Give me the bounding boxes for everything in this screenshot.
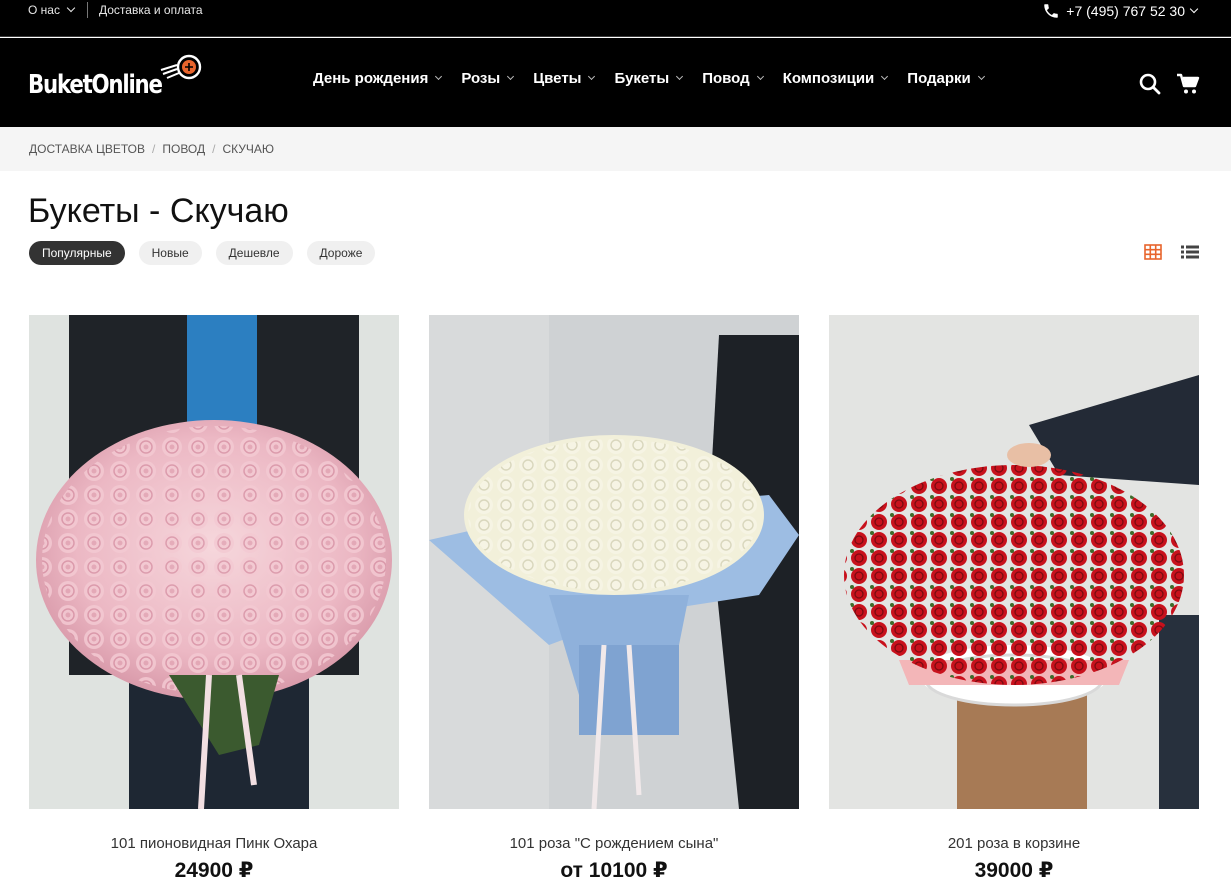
product-image[interactable]: [829, 315, 1199, 809]
nav-label: Цветы: [533, 70, 582, 87]
breadcrumb-separator: /: [152, 142, 156, 156]
product-image[interactable]: [29, 315, 399, 809]
chevron-down-icon: [507, 72, 515, 81]
sort-popular[interactable]: Популярные: [29, 241, 125, 265]
product-card[interactable]: 101 роза "С рождением сына" от 10100 ₽: [429, 315, 799, 883]
nav-label: Повод: [702, 70, 750, 87]
sort-new[interactable]: Новые: [138, 241, 202, 265]
nav-occasion[interactable]: Повод: [702, 70, 764, 87]
chevron-down-icon: [588, 72, 596, 81]
main-nav: День рождения Розы Цветы Букеты Повод Ко…: [313, 70, 1004, 87]
chevron-down-icon: [676, 72, 684, 81]
product-card[interactable]: 201 роза в корзине 39000 ₽: [829, 315, 1199, 883]
nav-label: День рождения: [313, 70, 429, 87]
sort-options: Популярные Новые Дешевле Дороже: [29, 241, 376, 265]
chevron-down-icon: [66, 3, 76, 13]
logo[interactable]: BuketOnline: [28, 52, 203, 102]
sort-cheaper[interactable]: Дешевле: [215, 241, 293, 265]
nav-label: Композиции: [782, 70, 875, 87]
breadcrumb-separator: /: [212, 142, 216, 156]
main-header: BuketOnline День рождения Розы Цветы Бук…: [0, 38, 1231, 127]
nav-gifts[interactable]: Подарки: [907, 70, 985, 87]
delivery-link[interactable]: Доставка и оплата: [99, 3, 203, 17]
phone-number: +7 (495) 767 52 30: [1066, 3, 1185, 19]
product-price: 24900 ₽: [174, 859, 254, 882]
nav-flowers[interactable]: Цветы: [533, 70, 596, 87]
product-card[interactable]: 101 пионовидная Пинк Охара 24900 ₽: [29, 315, 399, 883]
list-view-icon[interactable]: [1181, 244, 1199, 260]
delivery-label: Доставка и оплата: [99, 3, 203, 17]
breadcrumb-occasion[interactable]: ПОВОД: [162, 142, 205, 171]
about-menu[interactable]: О нас: [28, 3, 76, 17]
product-price: от 10100 ₽: [560, 859, 668, 882]
page-title: Букеты - Скучаю: [28, 192, 289, 230]
product-name[interactable]: 101 роза "С рождением сына": [429, 835, 799, 852]
phone-menu[interactable]: +7 (495) 767 52 30: [1042, 2, 1199, 20]
search-icon[interactable]: [1138, 72, 1162, 96]
breadcrumb-home[interactable]: ДОСТАВКА ЦВЕТОВ: [29, 142, 145, 171]
breadcrumb-current: СКУЧАЮ: [222, 142, 275, 156]
nav-roses[interactable]: Розы: [461, 70, 515, 87]
product-image[interactable]: [429, 315, 799, 809]
divider: [87, 2, 88, 18]
chevron-down-icon: [881, 72, 889, 81]
about-label: О нас: [28, 3, 60, 17]
chevron-down-icon: [977, 72, 985, 81]
product-name[interactable]: 101 пионовидная Пинк Охара: [29, 835, 399, 852]
product-name[interactable]: 201 роза в корзине: [829, 835, 1199, 852]
nav-birthday[interactable]: День рождения: [313, 70, 443, 87]
nav-bouquets[interactable]: Букеты: [614, 70, 684, 87]
chevron-down-icon: [435, 72, 443, 81]
logo-text: BuketOnline: [28, 70, 163, 100]
grid-view-icon[interactable]: [1144, 244, 1162, 260]
nav-label: Розы: [461, 70, 501, 87]
chevron-down-icon: [1189, 4, 1199, 14]
product-price: 39000 ₽: [974, 859, 1054, 882]
chevron-down-icon: [756, 72, 764, 81]
logo-badge-icon: [160, 54, 202, 80]
breadcrumb: ДОСТАВКА ЦВЕТОВ / ПОВОД / СКУЧАЮ: [0, 127, 1231, 171]
sort-expensive[interactable]: Дороже: [306, 241, 376, 265]
phone-icon: [1044, 4, 1059, 18]
nav-label: Подарки: [907, 70, 971, 87]
nav-compositions[interactable]: Композиции: [782, 70, 889, 87]
top-bar: О нас Доставка и оплата +7 (495) 767 52 …: [0, 0, 1231, 37]
nav-label: Букеты: [614, 70, 670, 87]
cart-icon[interactable]: [1176, 72, 1200, 96]
